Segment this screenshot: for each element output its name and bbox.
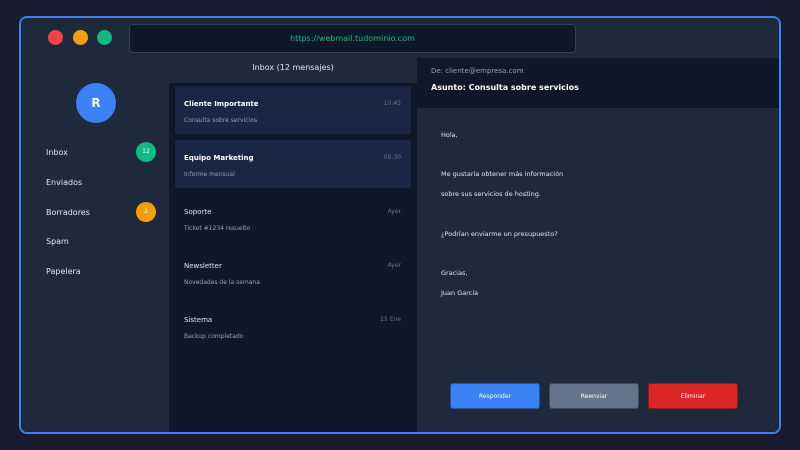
maximize-window-button[interactable] [97, 30, 112, 45]
message-body-line: sobre sus servicios de hosting. [441, 190, 541, 198]
address-bar[interactable]: https://webmail.tudominio.com [129, 24, 576, 53]
sidebar-item-enviados[interactable]: Enviados [21, 170, 169, 196]
mail-list-header: Inbox (12 mensajes) [169, 58, 417, 83]
avatar[interactable]: R [76, 83, 116, 123]
close-window-button[interactable] [48, 30, 63, 45]
sidebar-item-label: Enviados [46, 178, 83, 187]
message-body-line: Juan García [441, 289, 479, 297]
sidebar-item-inbox[interactable]: Inbox 12 [21, 140, 169, 166]
list-item[interactable]: Newsletter Ayer Novedades de la semana [175, 248, 411, 296]
message-body-line: Gracias, [441, 269, 468, 277]
mail-sender: Newsletter [184, 262, 222, 270]
mail-subject: Ticket #1234 resuelto [184, 225, 251, 232]
browser-window: https://webmail.tudominio.com R Inbox 12… [19, 16, 781, 434]
sidebar: R Inbox 12 Enviados Borradores 2 Spam Pa… [21, 58, 169, 432]
sidebar-item-borradores[interactable]: Borradores 2 [21, 200, 169, 226]
minimize-window-button[interactable] [73, 30, 88, 45]
title-bar: https://webmail.tudominio.com [21, 18, 779, 58]
mail-time: Ayer [387, 262, 401, 269]
mail-sender: Cliente Importante [184, 100, 259, 108]
mail-subject: Consulta sobre servicios [184, 117, 257, 124]
mail-sender: Equipo Marketing [184, 154, 254, 162]
reply-button[interactable]: Responder [450, 383, 540, 409]
mail-subject: Informe mensual [184, 171, 235, 178]
message-reader: De: cliente@empresa.com Asunto: Consulta… [417, 58, 779, 432]
list-item[interactable]: Soporte Ayer Ticket #1234 resuelto [175, 194, 411, 242]
mail-time: 09:30 [383, 154, 401, 161]
mail-subject: Novedades de la semana [184, 279, 260, 286]
mail-list: Inbox (12 mensajes) Cliente Importante 1… [169, 58, 417, 432]
mail-time: 10:45 [383, 100, 401, 107]
sidebar-item-spam[interactable]: Spam [21, 229, 169, 255]
sidebar-item-label: Spam [46, 237, 69, 246]
mail-sender: Sistema [184, 316, 213, 324]
delete-button[interactable]: Eliminar [648, 383, 738, 409]
draft-count-badge: 2 [136, 202, 156, 222]
mail-time: Ayer [387, 208, 401, 215]
sidebar-item-label: Inbox [46, 148, 68, 157]
message-body-line: Hola, [441, 131, 458, 139]
message-body-line: ¿Podrían enviarme un presupuesto? [441, 230, 558, 238]
sidebar-item-label: Borradores [46, 208, 90, 217]
unread-count-badge: 12 [136, 142, 156, 162]
message-from: De: cliente@empresa.com [431, 67, 524, 75]
mail-sender: Soporte [184, 208, 212, 216]
mail-subject: Backup completado [184, 333, 244, 340]
forward-button[interactable]: Reenviar [549, 383, 639, 409]
sidebar-item-papelera[interactable]: Papelera [21, 259, 169, 285]
list-item[interactable]: Sistema 15 Ene Backup completado [175, 302, 411, 350]
mail-time: 15 Ene [380, 316, 401, 323]
list-item[interactable]: Equipo Marketing 09:30 Informe mensual [175, 140, 411, 188]
sidebar-item-label: Papelera [46, 267, 81, 276]
list-item[interactable]: Cliente Importante 10:45 Consulta sobre … [175, 86, 411, 134]
message-body-line: Me gustaría obtener más información [441, 170, 564, 178]
message-header: De: cliente@empresa.com Asunto: Consulta… [417, 58, 779, 108]
message-subject: Asunto: Consulta sobre servicios [431, 83, 579, 92]
